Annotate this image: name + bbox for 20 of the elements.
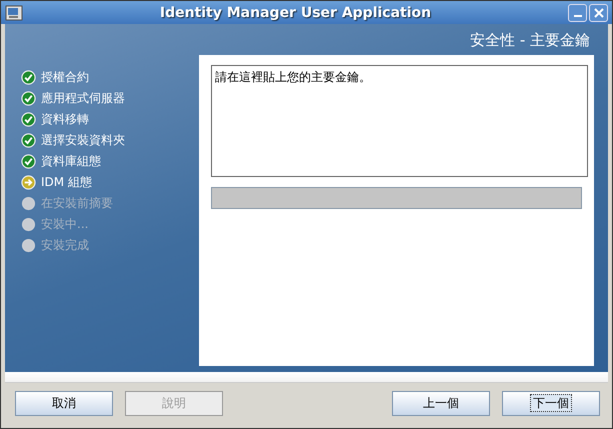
minimize-icon: [574, 15, 582, 17]
close-icon: [594, 8, 604, 18]
step-label: 安裝中...: [41, 216, 88, 233]
step-label: 選擇安裝資料夾: [41, 132, 125, 149]
step-label: 在安裝前摘要: [41, 195, 113, 212]
step-label: IDM 組態: [41, 174, 92, 191]
step-label: 資料庫組態: [41, 153, 101, 170]
close-button[interactable]: [589, 4, 608, 22]
step-label: 授權合約: [41, 69, 89, 86]
step-label: 應用程式伺服器: [41, 90, 125, 107]
computer-icon: [5, 4, 23, 20]
page-title: 安全性 - 主要金鑰: [469, 30, 591, 51]
dialog-button[interactable]: 取消: [15, 391, 113, 416]
window-title: Identity Manager User Application: [158, 4, 432, 20]
key-field[interactable]: 請在這裡貼上您的主要金鑰。: [211, 65, 588, 177]
step-label: 安裝完成: [41, 237, 89, 254]
dialog-button[interactable]: 上一個: [392, 391, 490, 416]
dialog-button[interactable]: 下一個: [502, 391, 600, 416]
step-label: 資料移轉: [41, 111, 89, 128]
minimize-button[interactable]: [568, 4, 587, 22]
